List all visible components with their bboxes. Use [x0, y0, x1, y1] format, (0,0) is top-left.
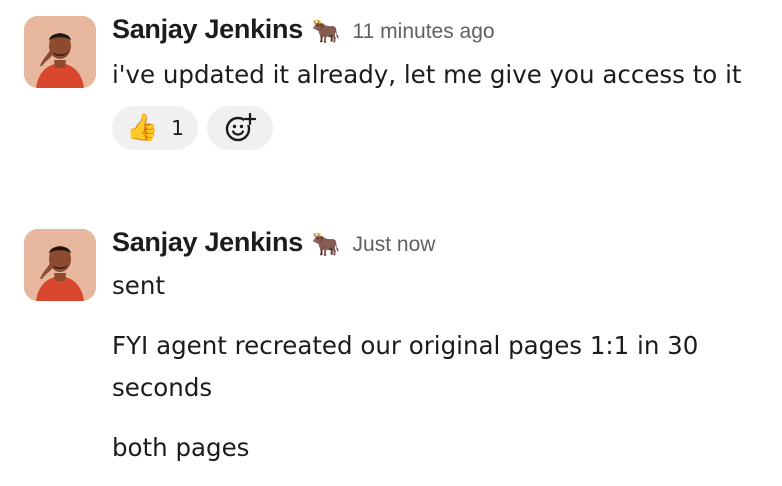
message-text: FYI agent recreated our original pages 1…	[112, 331, 699, 402]
message-text: i've updated it already, let me give you…	[112, 60, 742, 89]
timestamp[interactable]: Just now	[353, 233, 436, 257]
add-emoji-icon	[225, 112, 256, 142]
ox-status-icon[interactable]: 🐂	[312, 234, 341, 257]
reactions-bar: 👍 1	[112, 106, 762, 150]
ox-status-icon[interactable]: 🐂	[312, 21, 341, 44]
message-header: Sanjay Jenkins 🐂 Just now	[112, 227, 762, 263]
avatar-image	[24, 229, 96, 301]
avatar-image	[24, 16, 96, 88]
author-name[interactable]: Sanjay Jenkins	[112, 14, 303, 45]
message-content: Sanjay Jenkins 🐂 Just now sent FYI agent…	[112, 227, 762, 469]
message-header: Sanjay Jenkins 🐂 11 minutes ago	[112, 14, 762, 50]
author-name[interactable]: Sanjay Jenkins	[112, 227, 303, 258]
thumbs-up-icon: 👍	[126, 113, 159, 143]
reaction-thumbs-up[interactable]: 👍 1	[112, 106, 198, 150]
avatar[interactable]	[24, 16, 96, 88]
message-feed: Sanjay Jenkins 🐂 11 minutes ago i've upd…	[0, 0, 782, 486]
message-text: sent	[112, 271, 165, 300]
avatar[interactable]	[24, 229, 96, 301]
timestamp[interactable]: 11 minutes ago	[353, 20, 495, 44]
reaction-count: 1	[171, 116, 184, 140]
add-reaction-button[interactable]	[207, 106, 273, 150]
message-text: both pages	[112, 433, 250, 462]
message-content: Sanjay Jenkins 🐂 11 minutes ago i've upd…	[112, 14, 762, 150]
